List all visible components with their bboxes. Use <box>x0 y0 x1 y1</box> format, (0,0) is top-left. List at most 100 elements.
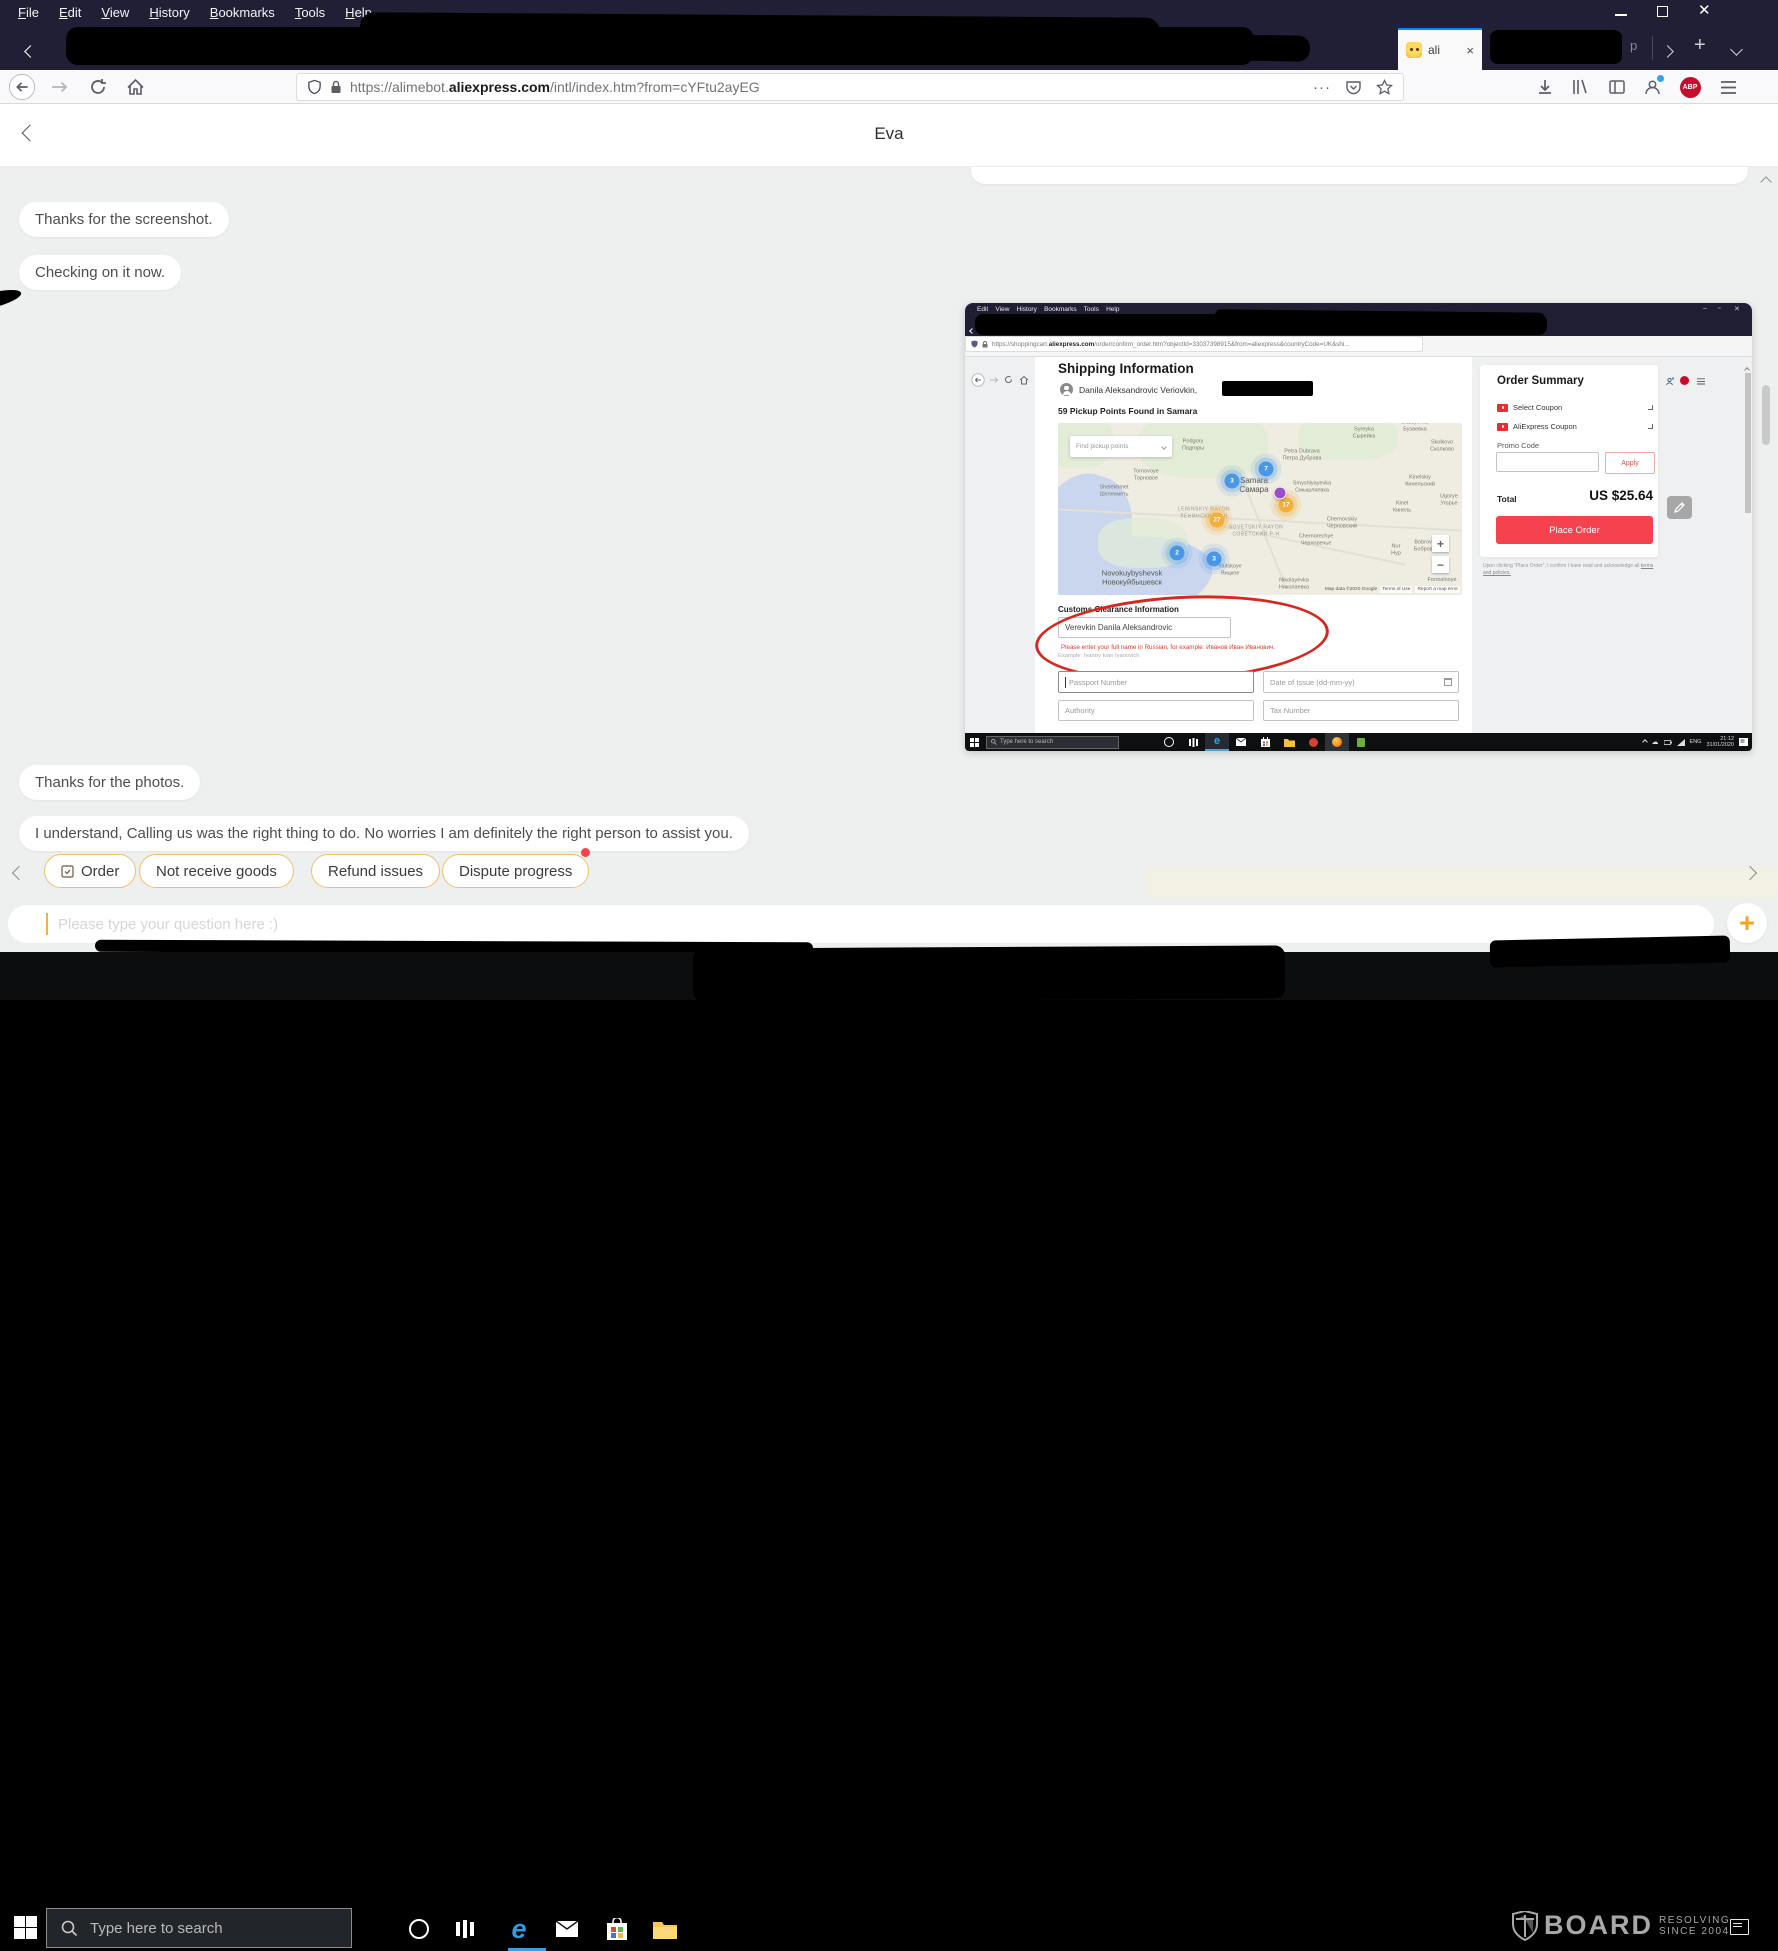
coupon-icon <box>1497 423 1508 431</box>
redaction-watermark-top <box>1490 935 1731 967</box>
chat-input-field[interactable] <box>56 915 1694 934</box>
att-menubar: Edit View History Bookmarks Tools Help <box>977 306 1119 313</box>
att-calendar-icon <box>1444 678 1452 686</box>
att-url-text: https://shoppingcart.aliexpress.com/orde… <box>992 341 1350 348</box>
new-tab-icon[interactable]: + <box>1694 34 1706 57</box>
account-notification-dot <box>1657 75 1664 82</box>
att-minimize-icon: – <box>1703 305 1707 312</box>
quick-reply-not-receive-goods[interactable]: Not receive goods <box>139 854 294 888</box>
back-button[interactable] <box>8 73 36 101</box>
att-home-icon <box>1019 375 1029 385</box>
quick-reply-dispute-progress[interactable]: Dispute progress <box>442 854 589 888</box>
url-bar[interactable]: https://alimebot.aliexpress.com/intl/ind… <box>296 73 1404 101</box>
adblock-plus-icon[interactable]: ABP <box>1676 73 1704 101</box>
att-tray-expand-icon <box>1642 739 1648 745</box>
att-pickup-count: 59 Pickup Points Found in Samara <box>1058 406 1197 416</box>
att-battery-icon <box>1664 739 1672 746</box>
cortana-icon[interactable] <box>404 1914 434 1944</box>
taskbar-search-box[interactable]: Type here to search <box>46 1908 352 1948</box>
tab-dropdown-icon[interactable] <box>1732 41 1741 59</box>
quick-reply-order[interactable]: Order <box>44 854 136 888</box>
watermark-board-text: BOARD <box>1544 1910 1653 1941</box>
tab-close-icon[interactable]: × <box>1466 43 1474 58</box>
att-start-button <box>965 733 983 751</box>
bot-message: Thanks for the screenshot. <box>19 202 229 237</box>
restore-button[interactable] <box>1657 6 1668 17</box>
menu-tools[interactable]: Tools <box>285 1 335 24</box>
minimize-button[interactable] <box>1615 14 1627 16</box>
task-view-icon[interactable] <box>450 1914 480 1944</box>
quick-replies-scroll-right-icon[interactable] <box>1745 865 1755 883</box>
bot-message: Checking on it now. <box>19 255 181 290</box>
att-app-icon-red <box>1301 733 1325 751</box>
screenshot-attachment[interactable]: Edit View History Bookmarks Tools Help –… <box>965 303 1752 751</box>
home-button[interactable] <box>121 73 149 101</box>
map-selected-pin <box>1274 487 1287 500</box>
action-center-icon[interactable] <box>1730 1919 1749 1935</box>
menu-view[interactable]: View <box>91 1 139 24</box>
att-lock-icon <box>982 341 988 348</box>
att-firefox-icon <box>1325 733 1349 751</box>
pocket-icon[interactable] <box>1345 79 1362 96</box>
attach-plus-button[interactable]: + <box>1727 903 1767 943</box>
att-total-value: US $25.64 <box>1528 488 1653 503</box>
reload-button[interactable] <box>84 73 112 101</box>
att-pickup-map: PodgoryПодгорыPetra DubravaПетра Дубрава… <box>1058 423 1462 595</box>
tab-scroll-right-icon[interactable] <box>1663 43 1672 61</box>
att-adblock-icon <box>1680 376 1689 385</box>
att-language-indicator: ENG <box>1690 739 1702 745</box>
redaction-tabs <box>1100 32 1310 62</box>
downloads-icon[interactable] <box>1531 73 1559 101</box>
att-apply-button: Apply <box>1605 452 1655 474</box>
att-cortana-icon <box>1157 733 1181 751</box>
menu-history[interactable]: History <box>139 1 199 24</box>
att-url-bar: https://shoppingcart.aliexpress.com/orde… <box>965 336 1423 352</box>
mail-icon[interactable] <box>552 1914 582 1944</box>
page-actions-icon[interactable]: ··· <box>1313 79 1331 96</box>
edge-icon[interactable]: e <box>504 1914 534 1944</box>
lock-icon <box>330 80 342 94</box>
forward-button[interactable] <box>46 73 74 101</box>
store-icon[interactable] <box>602 1914 632 1944</box>
quick-reply-refund-issues[interactable]: Refund issues <box>311 854 440 888</box>
menu-edit[interactable]: Edit <box>49 1 91 24</box>
search-icon <box>61 1920 78 1937</box>
att-hamburger-icon <box>1697 378 1705 385</box>
tracking-shield-icon[interactable] <box>307 79 322 95</box>
att-store-icon <box>1253 733 1277 751</box>
att-scrollbar-thumb <box>1745 373 1751 513</box>
att-shipping-title: Shipping Information <box>1058 361 1194 376</box>
sidebar-icon[interactable] <box>1603 73 1631 101</box>
redaction-taskbar <box>693 945 1285 1001</box>
quick-replies-scroll-left-icon[interactable] <box>14 865 24 883</box>
att-forward-icon <box>990 376 999 384</box>
att-redaction-recipient <box>1222 381 1313 396</box>
close-button[interactable]: ✕ <box>1698 4 1711 18</box>
truncated-message-bubble <box>971 167 1748 184</box>
tab-scroll-left-icon[interactable] <box>26 43 35 61</box>
att-select-coupon-row: Select Coupon <box>1497 403 1653 412</box>
active-tab[interactable]: ali × <box>1398 28 1482 70</box>
att-reload-icon <box>1004 375 1013 384</box>
att-shield-icon <box>971 340 978 348</box>
tab-separator <box>1652 36 1653 60</box>
chat-scrollbar-thumb[interactable] <box>1762 385 1770 445</box>
bot-message: Thanks for the photos. <box>19 765 200 800</box>
att-windows-taskbar: Type here to search e ☁ ENG 21:1231/01/2… <box>965 733 1752 751</box>
dispute-progress-badge <box>581 848 590 857</box>
att-edge-icon: e <box>1205 733 1229 751</box>
account-icon[interactable] <box>1638 73 1666 101</box>
bookmark-star-icon[interactable] <box>1376 79 1393 96</box>
menu-bookmarks[interactable]: Bookmarks <box>200 1 285 24</box>
coupon-icon <box>1497 404 1508 412</box>
scroll-up-icon[interactable] <box>1762 173 1770 191</box>
att-aliexpress-coupon-row: AliExpress Coupon <box>1497 422 1653 431</box>
hamburger-menu-icon[interactable] <box>1714 73 1742 101</box>
chat-input-bar[interactable] <box>8 905 1714 943</box>
library-icon[interactable] <box>1566 73 1594 101</box>
start-button[interactable] <box>14 1916 37 1939</box>
menu-file[interactable]: File <box>8 1 49 24</box>
redaction-smear <box>0 286 23 316</box>
map-place-label: NurНур <box>1391 544 1401 557</box>
file-explorer-icon[interactable] <box>650 1914 680 1944</box>
